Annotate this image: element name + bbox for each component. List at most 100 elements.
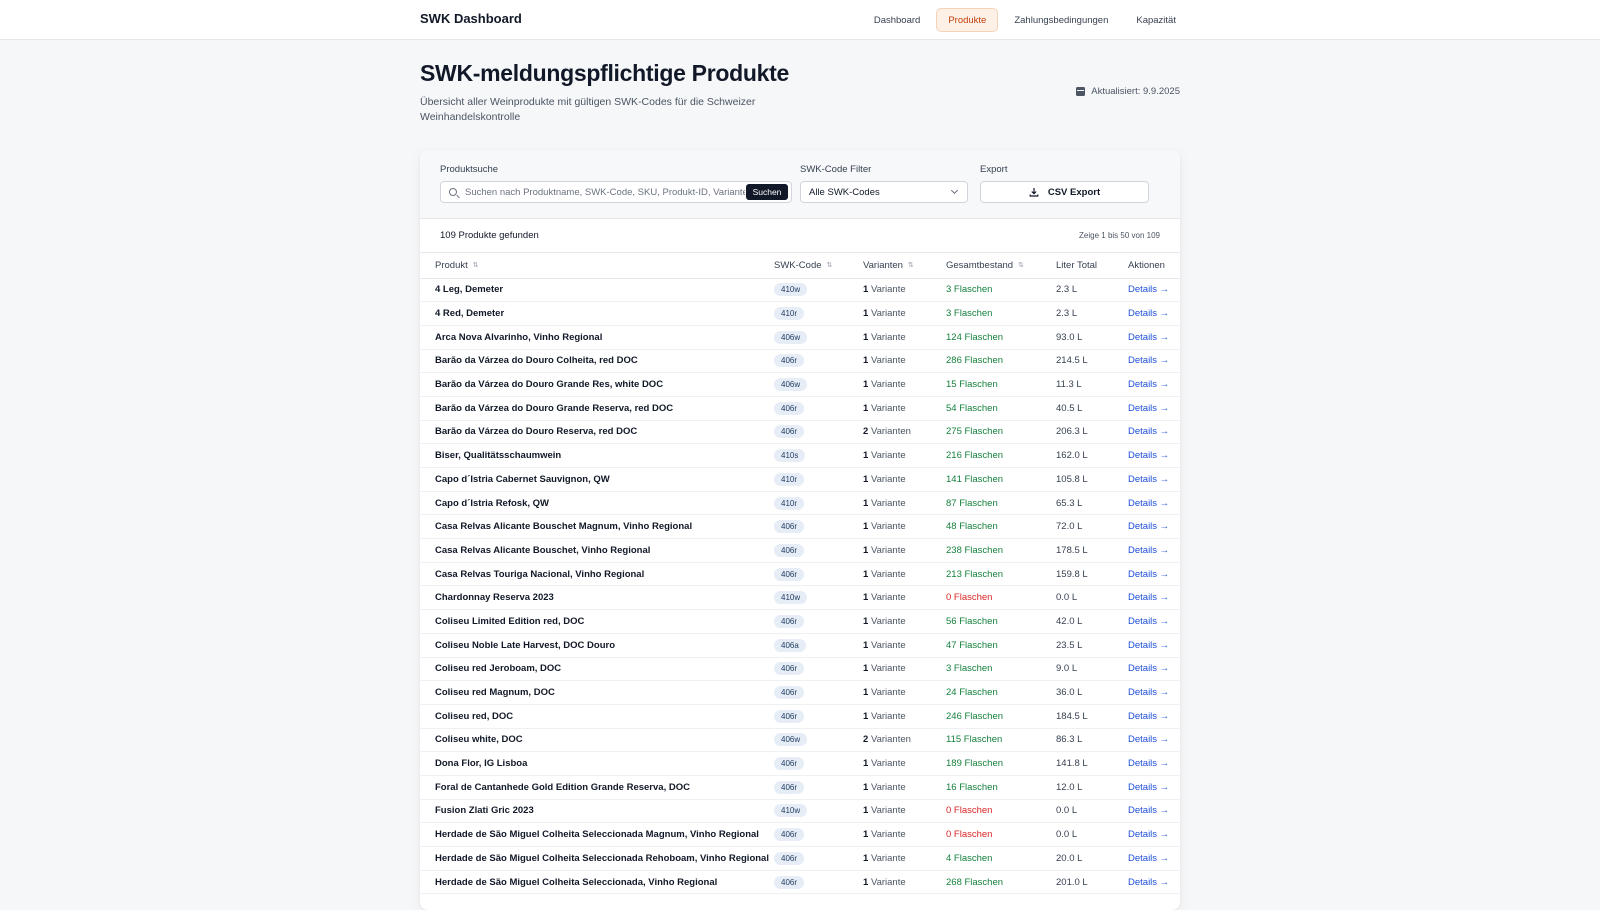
details-link[interactable]: Details → <box>1128 640 1169 651</box>
product-name: Dona Flor, IG Lisboa <box>420 751 774 776</box>
details-link[interactable]: Details → <box>1128 569 1169 580</box>
actions-cell: Details → <box>1128 775 1180 800</box>
column-header-aktionen: Aktionen <box>1128 253 1180 279</box>
details-link[interactable]: Details → <box>1128 734 1169 745</box>
stock-cell: 213 Flaschen <box>946 562 1056 587</box>
details-link[interactable]: Details → <box>1128 663 1169 674</box>
column-header-label: Gesamtbestand <box>946 259 1014 271</box>
details-link[interactable]: Details → <box>1128 450 1169 461</box>
product-name: Coliseu Noble Late Harvest, DOC Douro <box>420 633 774 658</box>
product-name: Capo d´Istria Cabernet Sauvignon, QW <box>420 467 774 492</box>
page-subtitle: Übersicht aller Weinprodukte mit gültige… <box>420 96 756 123</box>
search-input[interactable] <box>465 185 745 199</box>
variants-count: 1 <box>863 355 869 367</box>
details-link[interactable]: Details → <box>1128 308 1169 319</box>
table-header-row: Produkt ⇅ SWK-Code ⇅ Varianten ⇅ Gesamtbest… <box>420 253 1180 279</box>
column-header-gesamtbestand[interactable]: Gesamtbestand ⇅ <box>946 253 1056 279</box>
details-link[interactable]: Details → <box>1128 853 1169 864</box>
details-link[interactable]: Details → <box>1128 379 1169 390</box>
stock-cell: 189 Flaschen <box>946 751 1056 776</box>
swk-code-badge: 406r <box>774 875 805 889</box>
variants-count: 1 <box>863 308 869 320</box>
variants-cell: 1 Variante <box>863 657 946 682</box>
column-header-varianten[interactable]: Varianten ⇅ <box>863 253 946 279</box>
swk-code-select-value: Alle SWK-Codes <box>809 187 880 198</box>
product-name: Arca Nova Alvarinho, Vinho Regional <box>420 325 774 350</box>
variants-cell: 1 Variante <box>863 278 946 303</box>
variants-cell: 1 Variante <box>863 775 946 800</box>
variants-count: 1 <box>863 781 869 793</box>
swk-code-badge: 410w <box>774 591 808 605</box>
swk-code-badge: 406r <box>774 780 805 794</box>
variants-word: Variante <box>870 829 906 841</box>
details-link[interactable]: Details → <box>1128 592 1169 603</box>
variants-cell: 1 Variante <box>863 396 946 421</box>
table-row: Barão da Várzea do Douro Grande Reserva,… <box>420 396 1180 421</box>
search-label: Produktsuche <box>440 164 499 175</box>
swk-code-cell: 410w <box>774 585 863 611</box>
table-row: Barão da Várzea do Douro Colheita, red D… <box>420 349 1180 374</box>
swk-code-cell: 406r <box>774 562 863 587</box>
nav-produkte[interactable]: Produkte <box>936 8 999 32</box>
variants-cell: 1 Variante <box>863 870 946 895</box>
details-link[interactable]: Details → <box>1128 498 1169 509</box>
product-name: Barão da Várzea do Douro Grande Reserva,… <box>420 396 774 421</box>
variants-count: 1 <box>863 592 869 604</box>
details-link[interactable]: Details → <box>1128 521 1169 532</box>
details-link[interactable]: Details → <box>1128 474 1169 485</box>
actions-cell: Details → <box>1128 728 1180 753</box>
variants-cell: 1 Variante <box>863 538 946 563</box>
details-link[interactable]: Details → <box>1128 284 1169 295</box>
liters-cell: 23.5 L <box>1056 633 1128 658</box>
swk-code-badge: 410s <box>774 449 806 463</box>
variants-count: 1 <box>863 284 869 296</box>
details-link[interactable]: Details → <box>1128 687 1169 698</box>
last-updated-text: Aktualisiert: 9.9.2025 <box>1091 86 1180 97</box>
variants-cell: 2 Varianten <box>863 728 946 753</box>
variants-cell: 1 Variante <box>863 751 946 776</box>
details-link[interactable]: Details → <box>1128 805 1169 816</box>
stock-cell: 216 Flaschen <box>946 443 1056 468</box>
variants-word: Varianten <box>870 426 911 438</box>
details-link[interactable]: Details → <box>1128 711 1169 722</box>
details-link[interactable]: Details → <box>1128 403 1169 414</box>
swk-code-cell: 406r <box>774 775 863 800</box>
swk-code-badge: 406r <box>774 543 805 557</box>
column-header-swk-code[interactable]: SWK-Code ⇅ <box>774 253 863 279</box>
product-name: Barão da Várzea do Douro Grande Res, whi… <box>420 372 774 397</box>
swk-code-badge: 406w <box>774 378 808 392</box>
swk-code-cell: 406r <box>774 846 863 871</box>
product-name: Chardonnay Reserva 2023 <box>420 585 774 611</box>
details-link[interactable]: Details → <box>1128 877 1169 888</box>
actions-cell: Details → <box>1128 325 1180 350</box>
details-link[interactable]: Details → <box>1128 426 1169 437</box>
nav-kapazitaet[interactable]: Kapazität <box>1124 8 1188 32</box>
swk-code-badge: 406r <box>774 354 805 368</box>
details-link[interactable]: Details → <box>1128 545 1169 556</box>
sort-icon: ⇅ <box>1018 261 1024 269</box>
nav-dashboard[interactable]: Dashboard <box>862 8 932 32</box>
details-link[interactable]: Details → <box>1128 829 1169 840</box>
swk-code-cell: 410s <box>774 443 863 468</box>
top-navigation-bar: SWK Dashboard Dashboard Produkte Zahlung… <box>0 0 1600 40</box>
details-link[interactable]: Details → <box>1128 616 1169 627</box>
variants-count: 1 <box>863 497 869 509</box>
variants-cell: 1 Variante <box>863 491 946 516</box>
details-link[interactable]: Details → <box>1128 782 1169 793</box>
swk-code-cell: 406r <box>774 609 863 634</box>
details-link[interactable]: Details → <box>1128 332 1169 343</box>
liters-cell: 65.3 L <box>1056 491 1128 516</box>
details-link[interactable]: Details → <box>1128 355 1169 366</box>
nav-zahlungsbedingungen[interactable]: Zahlungsbedingungen <box>1002 8 1120 32</box>
brand-title[interactable]: SWK Dashboard <box>420 11 522 26</box>
stock-cell: 115 Flaschen <box>946 728 1056 753</box>
download-icon <box>1029 188 1039 197</box>
details-link[interactable]: Details → <box>1128 758 1169 769</box>
csv-export-button[interactable]: CSV Export <box>980 181 1149 203</box>
search-button[interactable]: Suchen <box>746 184 788 200</box>
column-header-produkt[interactable]: Produkt ⇅ <box>420 253 774 279</box>
swk-code-badge: 406r <box>774 401 805 415</box>
swk-code-badge: 410r <box>774 307 805 321</box>
swk-code-select[interactable]: Alle SWK-Codes <box>800 181 968 203</box>
table-row: Capo d´Istria Refosk, QW 410r 1 Variante 87… <box>420 491 1180 516</box>
